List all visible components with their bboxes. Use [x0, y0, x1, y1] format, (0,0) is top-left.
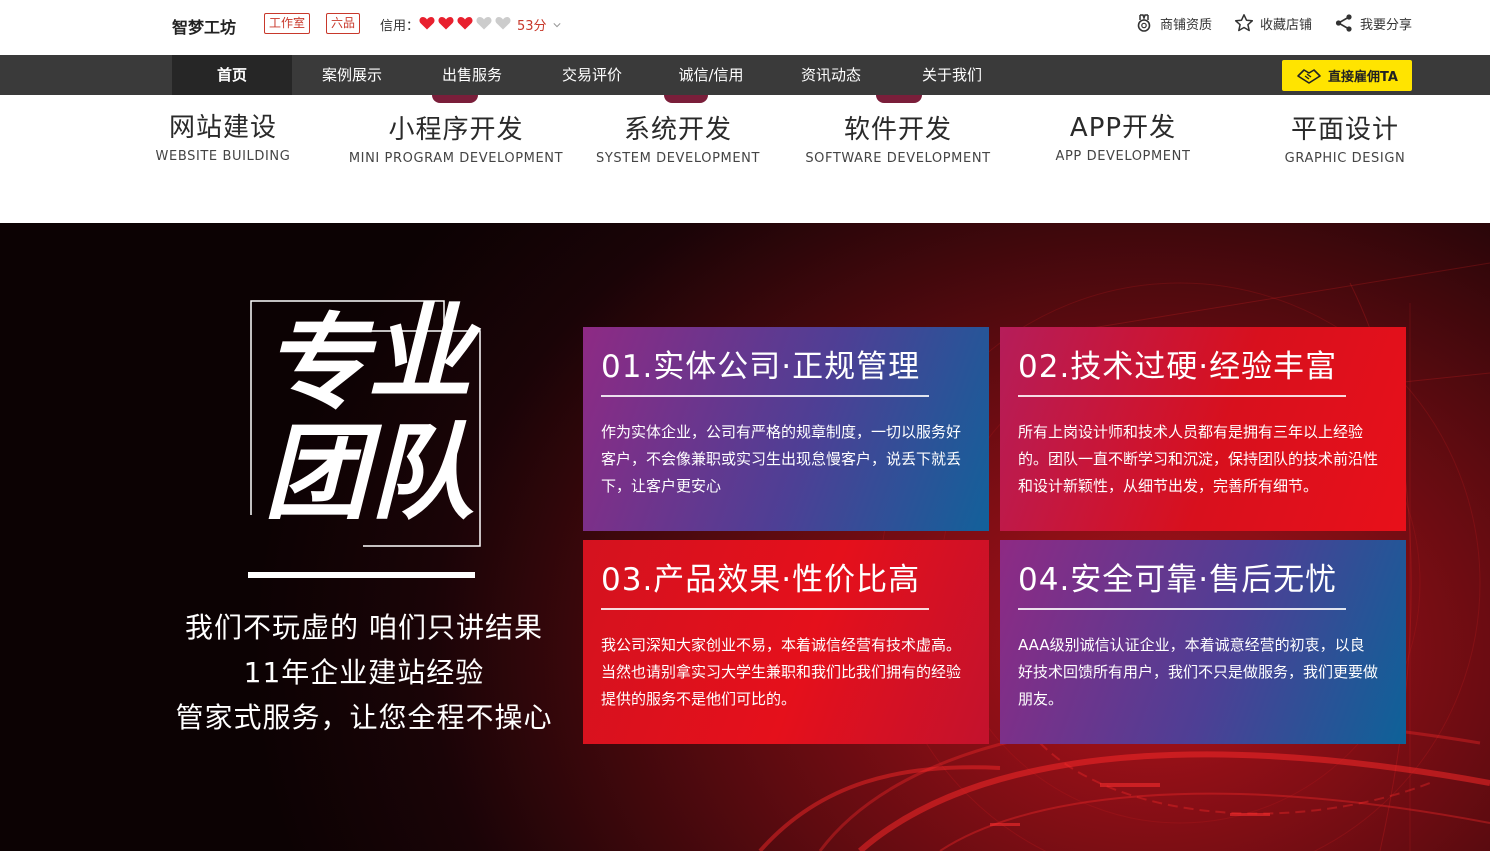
favorite-shop-link[interactable]: 收藏店铺: [1234, 13, 1312, 33]
feature-card-value: 03.产品效果·性价比高 我公司深知大家创业不易，本着诚信经营有技术虚高。当然也…: [583, 540, 989, 744]
service-graphic[interactable]: 平面设计 GRAPHIC DESIGN: [1280, 113, 1410, 166]
services-strip: 网站建设 WEBSITE BUILDING 小程序开发 MINI PROGRAM…: [0, 95, 1490, 223]
service-subtitle: WEBSITE BUILDING: [155, 149, 291, 164]
nav-news[interactable]: 资讯动态: [770, 55, 892, 95]
main-nav: 首页 案例展示 出售服务 交易评价 诚信/信用 资讯动态 关于我们 直接雇佣TA: [0, 55, 1490, 95]
hire-button-label: 直接雇佣TA: [1328, 70, 1398, 85]
service-subtitle: GRAPHIC DESIGN: [1284, 151, 1406, 166]
credit-rating[interactable]: 信用： 53分: [380, 15, 561, 34]
feature-card-title: 04.安全可靠·售后无忧: [1018, 562, 1338, 598]
feature-card-body: 作为实体企业，公司有严格的规章制度，一切以服务好客户，不会像兼职或实习生出现怠慢…: [601, 423, 962, 495]
tech-swirl-background: [758, 262, 1490, 851]
shop-name[interactable]: 智梦工坊: [172, 14, 236, 38]
service-title: 软件开发: [843, 115, 952, 145]
feature-card-body: 所有上岗设计师和技术人员都有是拥有三年以上经验的。团队一直不断学习和沉淀，保持团…: [1018, 423, 1379, 495]
chevron-down-icon[interactable]: [552, 21, 561, 29]
credit-score: 53分: [517, 19, 547, 34]
service-software[interactable]: 软件开发 SOFTWARE DEVELOPMENT: [803, 113, 993, 166]
service-subtitle: MINI PROGRAM DEVELOPMENT: [348, 151, 564, 166]
feature-card-title: 03.产品效果·性价比高: [601, 562, 921, 598]
decor-arc: [664, 95, 708, 103]
heart-filled-icon: [419, 16, 435, 29]
top-actions: 商铺资质 收藏店铺 我要分享: [1134, 13, 1412, 33]
hire-button[interactable]: 直接雇佣TA: [1282, 60, 1412, 91]
service-title: APP开发: [1069, 113, 1177, 143]
nav-reviews[interactable]: 交易评价: [532, 55, 652, 95]
share-link[interactable]: 我要分享: [1334, 13, 1412, 33]
nav-items: 首页 案例展示 出售服务 交易评价 诚信/信用 资讯动态 关于我们: [172, 55, 1012, 95]
calligraphy-char: 团: [264, 411, 369, 534]
service-website[interactable]: 网站建设 WEBSITE BUILDING: [148, 111, 298, 164]
feature-card-rule: [601, 608, 929, 610]
nav-credit[interactable]: 诚信/信用: [652, 55, 770, 95]
favorite-shop-label: 收藏店铺: [1259, 17, 1312, 33]
medal-icon: [1137, 14, 1151, 32]
nav-home[interactable]: 首页: [172, 55, 292, 95]
shop-qualification-label: 商铺资质: [1159, 17, 1212, 33]
feature-card-security: 04.安全可靠·售后无忧 AAA级别诚信认证企业，本着诚意经营的初衷，以良好技术…: [1000, 540, 1406, 744]
credit-label: 信用：: [380, 19, 420, 34]
calligraphy-char: 队: [370, 411, 475, 534]
feature-card-rule: [1018, 395, 1346, 397]
heart-filled-icon: [438, 16, 454, 29]
heart-empty-icon: [476, 16, 492, 29]
slogan-line: 我们不玩虚的 咱们只讲结果: [185, 611, 543, 644]
star-icon: [1234, 14, 1254, 32]
slogan-line: 管家式服务，让您全程不操心: [175, 701, 553, 734]
feature-card-company: 01.实体公司·正规管理 作为实体企业，公司有严格的规章制度，一切以服务好客户，…: [583, 327, 989, 531]
nav-services-for-sale[interactable]: 出售服务: [412, 55, 532, 95]
shop-qualification-link[interactable]: 商铺资质: [1134, 13, 1212, 33]
slogan: 我们不玩虚的 咱们只讲结果 11年企业建站经验 管家式服务，让您全程不操心: [162, 605, 566, 740]
service-system[interactable]: 系统开发 SYSTEM DEVELOPMENT: [593, 113, 763, 166]
heart-empty-icon: [495, 16, 511, 29]
feature-card-title: 02.技术过硬·经验丰富: [1018, 349, 1338, 385]
service-title: 系统开发: [623, 115, 732, 145]
calligraphy-char: 专: [264, 301, 369, 424]
decor-arc: [876, 95, 922, 103]
service-title: 网站建设: [168, 113, 277, 143]
service-app[interactable]: APP开发 APP DEVELOPMENT: [1048, 111, 1198, 164]
nav-about[interactable]: 关于我们: [892, 55, 1012, 95]
service-subtitle: APP DEVELOPMENT: [1055, 149, 1191, 164]
feature-card-rule: [601, 395, 929, 397]
credit-hearts: [419, 16, 514, 34]
feature-card-title: 01.实体公司·正规管理: [601, 349, 921, 385]
top-bar: 智梦工坊 工作室 六品 信用： 53分 商铺资质 收藏店铺 我要分享: [0, 0, 1490, 55]
feature-card-body: AAA级别诚信认证企业，本着诚意经营的初衷，以良好技术回馈所有用户，我们不只是做…: [1018, 636, 1379, 708]
divider-line: [248, 572, 475, 578]
feature-card-rule: [1018, 608, 1346, 610]
studio-tag: 工作室: [264, 13, 311, 34]
service-title: 平面设计: [1290, 115, 1399, 145]
service-subtitle: SYSTEM DEVELOPMENT: [595, 151, 761, 166]
service-mini-program[interactable]: 小程序开发 MINI PROGRAM DEVELOPMENT: [346, 113, 566, 166]
share-icon: [1335, 14, 1352, 32]
feature-card-technology: 02.技术过硬·经验丰富 所有上岗设计师和技术人员都有是拥有三年以上经验的。团队…: [1000, 327, 1406, 531]
share-label: 我要分享: [1359, 17, 1412, 33]
feature-card-body: 我公司深知大家创业不易，本着诚信经营有技术虚高。当然也请别拿实习大学生兼职和我们…: [601, 636, 962, 708]
nav-cases[interactable]: 案例展示: [292, 55, 412, 95]
service-title: 小程序开发: [388, 115, 524, 145]
handshake-icon: [1297, 68, 1321, 84]
calligraphy-char: 业: [368, 291, 473, 414]
service-subtitle: SOFTWARE DEVELOPMENT: [805, 151, 991, 166]
decor-arc: [432, 95, 478, 103]
slogan-line: 11年企业建站经验: [243, 656, 485, 689]
grade-tag: 六品: [326, 13, 361, 34]
team-hero-section: 专 业 团 队 我们不玩虚的 咱们只讲结果 11年企业建站经验 管家式服务，让您…: [0, 223, 1490, 851]
heart-filled-icon: [457, 16, 473, 29]
team-calligraphy: 专 业 团 队: [258, 297, 488, 553]
